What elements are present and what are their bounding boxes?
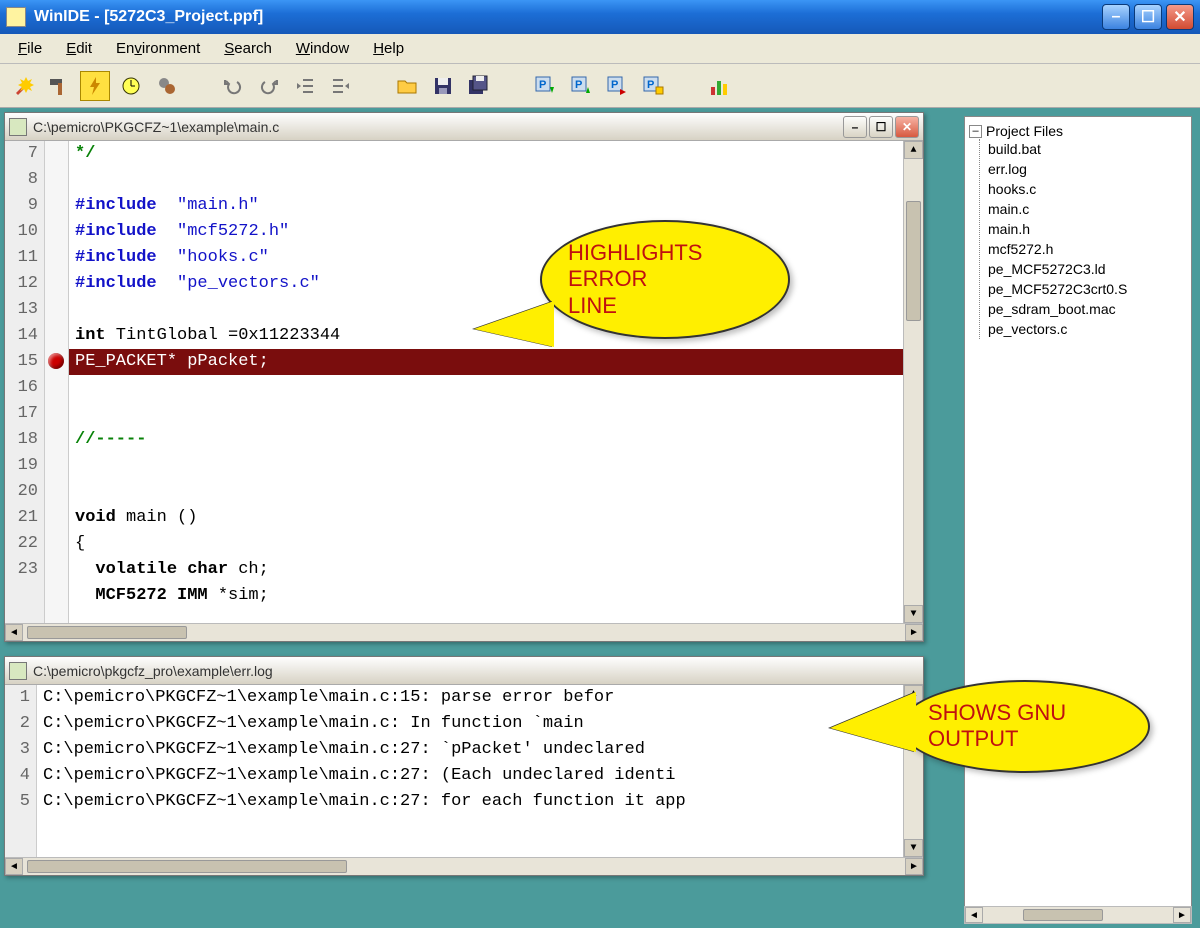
code-area[interactable]: */ #include "main.h" #include "mcf5272.h… [69,141,903,623]
menu-window[interactable]: Window [286,38,359,59]
mdi-area: C:\pemicro\PKGCFZ~1\example\main.c – ☐ ✕… [0,108,964,928]
project-file-item[interactable]: mcf5272.h [988,239,1187,259]
scroll-right-button[interactable]: ► [905,624,923,641]
toolbar: P P P P [0,64,1200,108]
project-file-item[interactable]: main.h [988,219,1187,239]
project-file-item[interactable]: pe_vectors.c [988,319,1187,339]
hscroll-thumb[interactable] [27,626,187,639]
chart-icon[interactable] [704,71,734,101]
redo-icon[interactable] [254,71,284,101]
annotation-gnu-output: SHOWS GNU OUTPUT [900,680,1150,773]
editor-titlebar[interactable]: C:\pemicro\PKGCFZ~1\example\main.c – ☐ ✕ [5,113,923,141]
editor-window: C:\pemicro\PKGCFZ~1\example\main.c – ☐ ✕… [4,112,924,642]
hscroll-thumb[interactable] [27,860,347,873]
hscroll-thumb[interactable] [1023,909,1103,921]
editor-horizontal-scrollbar[interactable]: ◄ ► [5,623,923,641]
annotation-text: HIGHLIGHTS ERROR LINE [568,240,702,318]
project-root-label[interactable]: Project Files [986,123,1063,139]
scroll-left-button[interactable]: ◄ [5,858,23,875]
tree-collapse-toggle[interactable]: – [969,125,982,138]
indent-icon[interactable] [326,71,356,101]
editor-maximize-button[interactable]: ☐ [869,116,893,138]
panel-right-icon[interactable]: P [602,71,632,101]
error-marker-icon [48,353,64,369]
annotation-text: SHOWS GNU OUTPUT [928,700,1066,751]
scroll-right-button[interactable]: ► [1173,907,1191,923]
panel-down-icon[interactable]: P [530,71,560,101]
log-area[interactable]: C:\pemicro\PKGCFZ~1\example\main.c:15: p… [37,685,903,857]
project-hscroll[interactable]: ◄ ► [964,906,1192,924]
scroll-down-button[interactable]: ▼ [904,605,923,623]
app-icon [6,7,26,27]
svg-text:P: P [539,79,546,91]
close-button[interactable]: ✕ [1166,4,1194,30]
editor-minimize-button[interactable]: – [843,116,867,138]
window-titlebar: WinIDE - [5272C3_Project.ppf] – ☐ ✕ [0,0,1200,34]
line-number-gutter: 7891011121314151617181920212223 [5,141,45,623]
bolt-icon[interactable] [80,71,110,101]
editor-title-text: C:\pemicro\PKGCFZ~1\example\main.c [33,119,843,135]
maximize-button[interactable]: ☐ [1134,4,1162,30]
project-file-item[interactable]: build.bat [988,139,1187,159]
minimize-button[interactable]: – [1102,4,1130,30]
file-log-icon [9,662,27,680]
log-body[interactable]: 12345 C:\pemicro\PKGCFZ~1\example\main.c… [5,685,923,857]
annotation-highlight-error: HIGHLIGHTS ERROR LINE [540,220,790,339]
editor-close-button[interactable]: ✕ [895,116,919,138]
panel-cfg-icon[interactable]: P [638,71,668,101]
log-window: C:\pemicro\pkgcfz_pro\example\err.log 12… [4,656,924,876]
scroll-right-button[interactable]: ► [905,858,923,875]
project-files-panel[interactable]: – Project Files build.baterr.loghooks.cm… [964,116,1192,920]
svg-text:P: P [611,79,618,91]
svg-text:P: P [647,79,654,91]
editor-vertical-scrollbar[interactable]: ▲ ▼ [903,141,923,623]
outdent-icon[interactable] [290,71,320,101]
log-line-gutter: 12345 [5,685,37,857]
menu-file[interactable]: File [8,38,52,59]
save-all-icon[interactable] [464,71,494,101]
scroll-thumb[interactable] [906,201,921,321]
project-file-item[interactable]: pe_MCF5272C3crt0.S [988,279,1187,299]
project-file-item[interactable]: main.c [988,199,1187,219]
gear-stack-icon[interactable] [152,71,182,101]
project-file-item[interactable]: hooks.c [988,179,1187,199]
marker-gutter [45,141,69,623]
window-title: WinIDE - [5272C3_Project.ppf] [34,8,1102,26]
project-file-item[interactable]: err.log [988,159,1187,179]
log-horizontal-scrollbar[interactable]: ◄ ► [5,857,923,875]
save-icon[interactable] [428,71,458,101]
project-file-item[interactable]: pe_MCF5272C3.ld [988,259,1187,279]
scroll-left-button[interactable]: ◄ [5,624,23,641]
clock-gear-icon[interactable] [116,71,146,101]
menu-search[interactable]: Search [214,38,282,59]
scroll-left-button[interactable]: ◄ [965,907,983,923]
menu-environment[interactable]: Environment [106,38,210,59]
svg-text:P: P [575,79,582,91]
open-icon[interactable] [392,71,422,101]
project-file-item[interactable]: pe_sdram_boot.mac [988,299,1187,319]
editor-body[interactable]: 7891011121314151617181920212223 */ #incl… [5,141,923,623]
file-c-icon [9,118,27,136]
undo-icon[interactable] [218,71,248,101]
panel-up-icon[interactable]: P [566,71,596,101]
menu-edit[interactable]: Edit [56,38,102,59]
scroll-down-button[interactable]: ▼ [904,839,923,857]
log-title-text: C:\pemicro\pkgcfz_pro\example\err.log [33,663,919,679]
hammer-icon[interactable] [44,71,74,101]
wizard-icon[interactable] [8,71,38,101]
scroll-up-button[interactable]: ▲ [904,141,923,159]
menu-help[interactable]: Help [363,38,414,59]
menubar: File Edit Environment Search Window Help [0,34,1200,64]
log-titlebar[interactable]: C:\pemicro\pkgcfz_pro\example\err.log [5,657,923,685]
